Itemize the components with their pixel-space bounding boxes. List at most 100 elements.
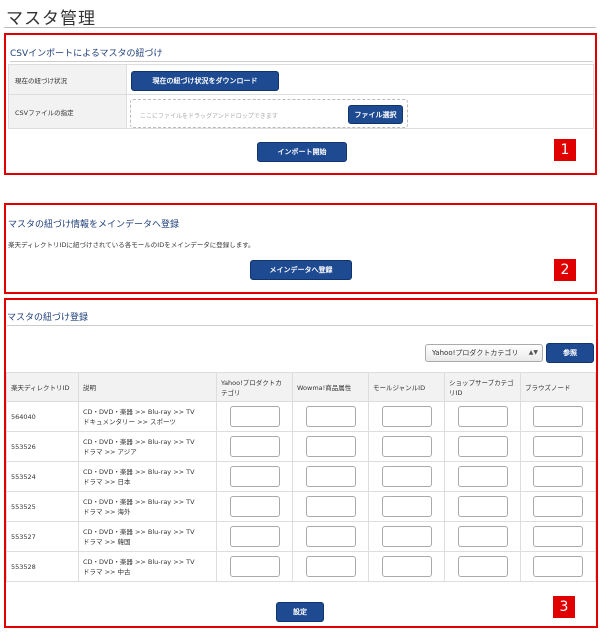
description-line: CD・DVD・楽器 >> Blu-ray >> TV — [83, 437, 195, 446]
cell — [368, 431, 445, 462]
page-title: マスタ管理 — [6, 9, 96, 29]
browse-node-input[interactable] — [533, 526, 583, 547]
cell — [444, 551, 521, 582]
directory-id: 553528 — [6, 551, 79, 582]
cell — [216, 551, 293, 582]
directory-id: 553527 — [6, 521, 79, 552]
directory-id: 564040 — [6, 401, 79, 432]
description-cell: CD・DVD・楽器 >> Blu-ray >> TV ドキュメンタリー >> スポ… — [78, 401, 217, 432]
description-line: ドキュメンタリー >> スポーツ — [83, 417, 176, 426]
description-line: CD・DVD・楽器 >> Blu-ray >> TV — [83, 497, 195, 506]
cell — [368, 551, 445, 582]
table-row: 553524 CD・DVD・楽器 >> Blu-ray >> TV ドラマ >> … — [6, 461, 596, 492]
col-header: ショップサーブカテゴリID — [444, 372, 521, 402]
directory-id: 553525 — [6, 491, 79, 522]
master-link-table: 楽天ディレクトリID 説明 Yahoo!プロダクトカテゴリ Wowma!商品属性… — [6, 372, 596, 582]
register-main-data-section: マスタの紐づけ情報をメインデータへ登録 楽天ディレクトリIDに紐づけされている各… — [4, 203, 597, 294]
cell — [368, 461, 445, 492]
col-header: 楽天ディレクトリID — [6, 372, 79, 402]
wowma-attribute-input[interactable] — [305, 436, 356, 457]
cell — [368, 521, 445, 552]
select-value: Yahoo!プロダクトカテゴリ — [432, 349, 519, 357]
table-row: 553526 CD・DVD・楽器 >> Blu-ray >> TV ドラマ >> … — [6, 431, 596, 462]
mall-category-select[interactable]: Yahoo!プロダクトカテゴリ ▲▼ — [425, 344, 543, 362]
shopserve-category-input[interactable] — [457, 496, 508, 517]
col-header: Yahoo!プロダクトカテゴリ — [216, 372, 293, 402]
yahoo-category-input[interactable] — [229, 466, 280, 487]
mall-genre-id-input[interactable] — [381, 436, 432, 457]
dropzone-placeholder: ここにファイルをドラッグアンドドロップできます — [140, 113, 278, 120]
description-line: ドラマ >> 海外 — [83, 507, 131, 516]
shopserve-category-input[interactable] — [457, 406, 508, 427]
col-header: Wowma!商品属性 — [292, 372, 369, 402]
wowma-attribute-input[interactable] — [305, 556, 356, 577]
wowma-attribute-input[interactable] — [305, 526, 356, 547]
table-row: 553528 CD・DVD・楽器 >> Blu-ray >> TV ドラマ >> … — [6, 551, 596, 582]
col-header: ブラウズノード — [520, 372, 596, 402]
table-row: 553527 CD・DVD・楽器 >> Blu-ray >> TV ドラマ >> … — [6, 521, 596, 552]
register-main-data-button[interactable]: メインデータへ登録 — [250, 260, 352, 280]
yahoo-category-input[interactable] — [229, 556, 280, 577]
cell — [520, 521, 596, 552]
shopserve-category-input[interactable] — [457, 526, 508, 547]
browse-node-input[interactable] — [533, 436, 583, 457]
description-line: CD・DVD・楽器 >> Blu-ray >> TV — [83, 527, 195, 536]
description-cell: CD・DVD・楽器 >> Blu-ray >> TV ドラマ >> アジア — [78, 431, 217, 462]
cell — [216, 491, 293, 522]
cell — [292, 461, 369, 492]
browse-node-input[interactable] — [533, 556, 583, 577]
file-label: CSVファイルの指定 — [8, 94, 127, 129]
submit-settings-button[interactable]: 設定 — [276, 602, 324, 622]
cell — [368, 491, 445, 522]
cell — [444, 401, 521, 432]
cell — [444, 491, 521, 522]
cell — [444, 431, 521, 462]
directory-id: 553526 — [6, 431, 79, 462]
directory-id: 553524 — [6, 461, 79, 492]
description-cell: CD・DVD・楽器 >> Blu-ray >> TV ドラマ >> 日本 — [78, 461, 217, 492]
col-header: 説明 — [78, 372, 217, 402]
section-divider — [7, 325, 593, 326]
yahoo-category-input[interactable] — [229, 436, 280, 457]
section-divider — [10, 61, 593, 62]
description-cell: CD・DVD・楽器 >> Blu-ray >> TV ドラマ >> 中古 — [78, 551, 217, 582]
cell — [444, 521, 521, 552]
import-start-button[interactable]: インポート開始 — [257, 142, 347, 162]
cell — [292, 491, 369, 522]
csv-import-section: CSVインポートによるマスタの紐づけ 現在の紐づけ状況 CSVファイルの指定 現… — [4, 33, 597, 175]
reference-button[interactable]: 参照 — [546, 343, 594, 363]
cell — [216, 431, 293, 462]
status-label: 現在の紐づけ状況 — [8, 64, 127, 95]
wowma-attribute-input[interactable] — [305, 406, 356, 427]
shopserve-category-input[interactable] — [457, 466, 508, 487]
yahoo-category-input[interactable] — [229, 526, 280, 547]
browse-node-input[interactable] — [533, 406, 583, 427]
cell — [368, 401, 445, 432]
wowma-attribute-input[interactable] — [305, 466, 356, 487]
browse-node-input[interactable] — [533, 466, 583, 487]
wowma-attribute-input[interactable] — [305, 496, 356, 517]
chevron-updown-icon: ▲▼ — [528, 349, 538, 356]
mall-genre-id-input[interactable] — [381, 496, 432, 517]
download-status-button[interactable]: 現在の紐づけ状況をダウンロード — [131, 71, 279, 91]
file-select-button[interactable]: ファイル選択 — [348, 105, 403, 124]
description-cell: CD・DVD・楽器 >> Blu-ray >> TV ドラマ >> 海外 — [78, 491, 217, 522]
mall-genre-id-input[interactable] — [381, 406, 432, 427]
shopserve-category-input[interactable] — [457, 436, 508, 457]
browse-node-input[interactable] — [533, 496, 583, 517]
yahoo-category-input[interactable] — [229, 406, 280, 427]
mall-genre-id-input[interactable] — [381, 556, 432, 577]
cell — [216, 521, 293, 552]
description-line: CD・DVD・楽器 >> Blu-ray >> TV — [83, 407, 195, 416]
mall-genre-id-input[interactable] — [381, 526, 432, 547]
description-line: ドラマ >> 中古 — [83, 567, 131, 576]
table-header-row: 楽天ディレクトリID 説明 Yahoo!プロダクトカテゴリ Wowma!商品属性… — [6, 372, 596, 402]
section-title: マスタの紐づけ情報をメインデータへ登録 — [8, 220, 180, 230]
yahoo-category-input[interactable] — [229, 496, 280, 517]
mall-genre-id-input[interactable] — [381, 466, 432, 487]
cell — [216, 461, 293, 492]
shopserve-category-input[interactable] — [457, 556, 508, 577]
cell — [520, 461, 596, 492]
section-title: マスタの紐づけ登録 — [7, 313, 89, 323]
description-line: ドラマ >> 日本 — [83, 477, 131, 486]
